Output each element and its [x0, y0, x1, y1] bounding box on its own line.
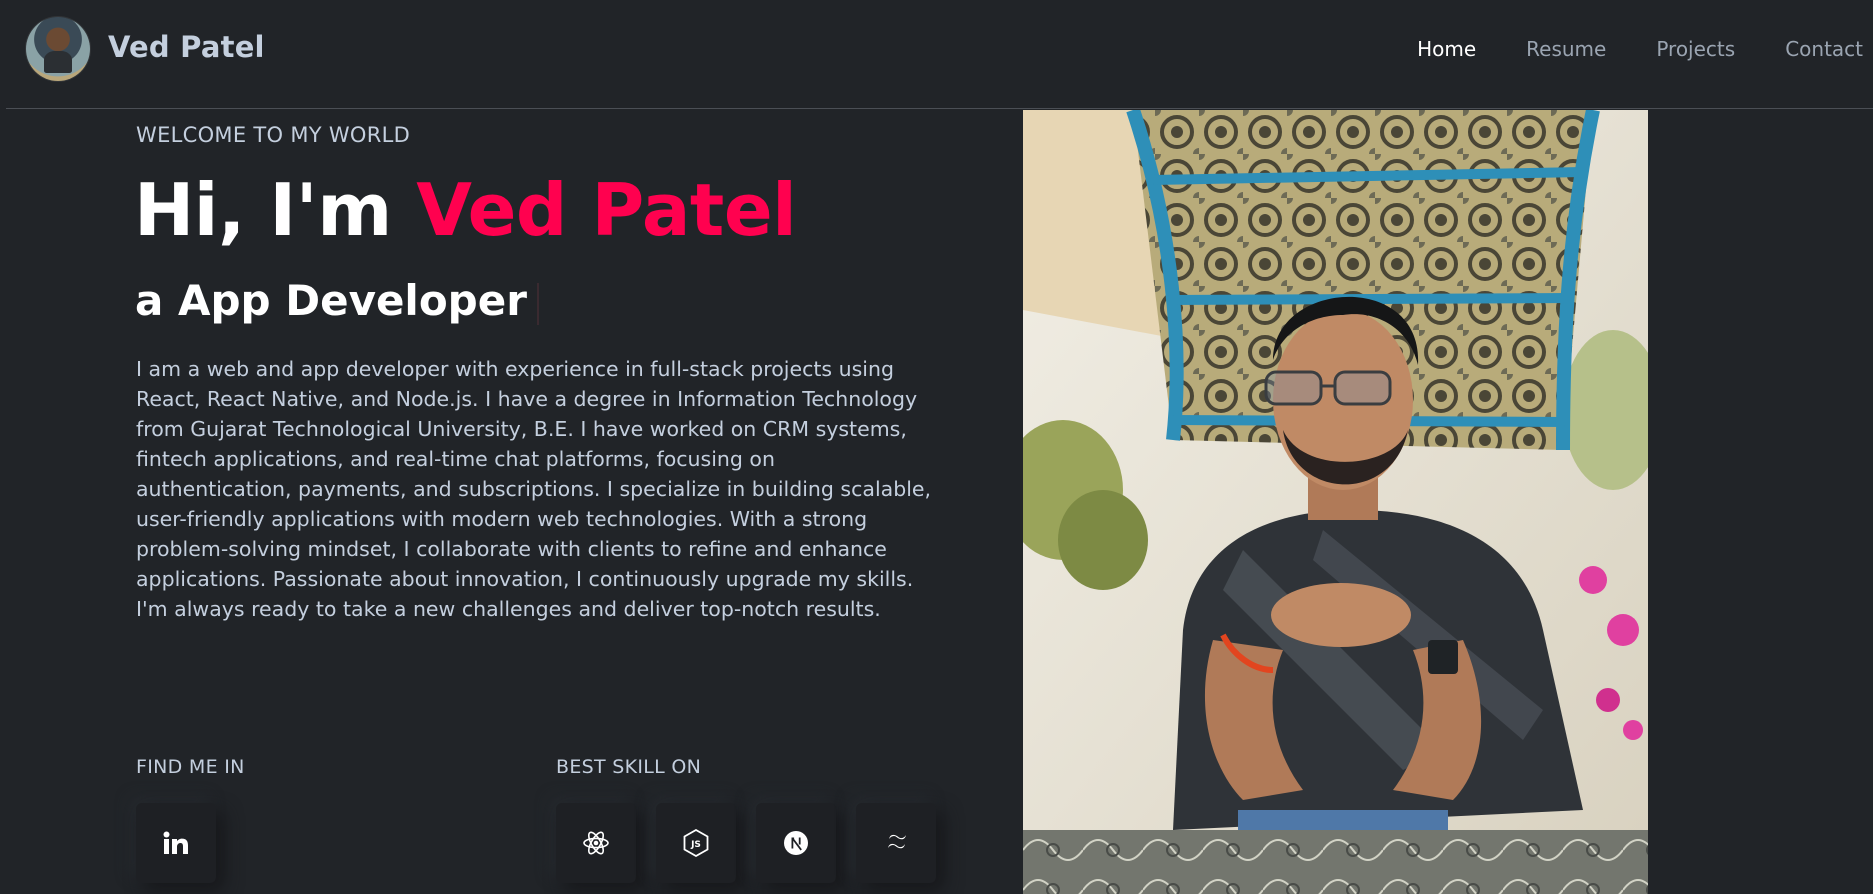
hero-bio: I am a web and app developer with experi… [136, 357, 932, 621]
main-nav: Home Resume Projects Contact [1367, 37, 1863, 61]
header-divider [6, 108, 1873, 109]
nav-resume[interactable]: Resume [1526, 37, 1606, 61]
site-header: Ved Patel Home Resume Projects Contact [0, 0, 1873, 110]
welcome-text: WELCOME TO MY WORLD [136, 123, 411, 147]
find-me-label: FIND ME IN [136, 756, 245, 778]
skill-nextjs[interactable] [756, 803, 836, 883]
nav-contact[interactable]: Contact [1785, 37, 1863, 61]
linkedin-icon [163, 831, 188, 854]
best-skill-label: BEST SKILL ON [556, 756, 702, 778]
hero-name: Ved Patel [416, 168, 797, 252]
hero-role: a App Developer [135, 276, 527, 325]
skill-nodejs[interactable]: JS [656, 803, 736, 883]
hero-headline: Hi, I'm Ved Patel [134, 168, 797, 252]
nav-projects[interactable]: Projects [1656, 37, 1735, 61]
nodejs-icon: JS [683, 829, 709, 857]
avatar[interactable] [26, 17, 90, 81]
profile-photo-art [1023, 110, 1648, 894]
tailwind-icon [888, 834, 906, 849]
skill-tailwind[interactable] [856, 803, 936, 883]
typing-cursor [537, 283, 539, 325]
nextjs-icon [784, 831, 808, 855]
svg-text:JS: JS [690, 840, 701, 850]
linkedin-link[interactable] [136, 803, 216, 883]
nav-home[interactable]: Home [1417, 37, 1476, 61]
greeting-text: Hi, I'm [134, 168, 417, 252]
profile-photo [1023, 110, 1648, 894]
react-icon [583, 831, 609, 855]
skill-react[interactable] [556, 803, 636, 883]
brand-name[interactable]: Ved Patel [108, 30, 265, 64]
